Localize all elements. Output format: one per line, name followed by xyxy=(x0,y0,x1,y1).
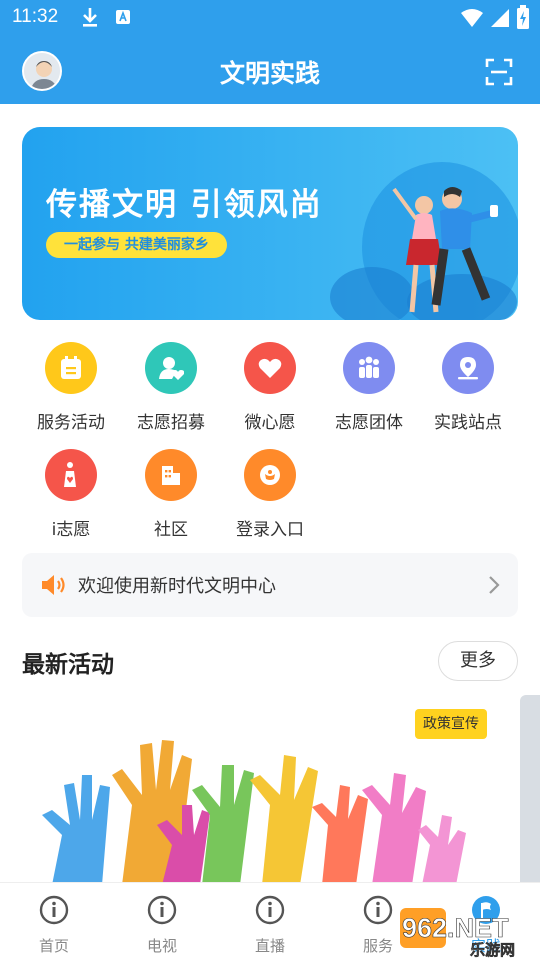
map-pin-icon xyxy=(442,342,494,394)
banner-slogan: 一起参与 共建美丽家乡 xyxy=(46,232,227,258)
heart-icon xyxy=(244,342,296,394)
watermark-text: 962.NET xyxy=(402,913,509,943)
calendar-icon xyxy=(45,342,97,394)
grid-item-label: 社区 xyxy=(154,520,188,540)
grid-item-login-entry[interactable]: 登录入口 xyxy=(222,449,318,540)
app-header: 文明实践 xyxy=(0,36,540,104)
activity-card-next[interactable] xyxy=(520,695,540,885)
grid-item-label: 志愿招募 xyxy=(137,413,205,433)
person-heart-icon xyxy=(145,342,197,394)
info-icon xyxy=(363,895,393,925)
tab-home[interactable]: 首页 xyxy=(19,895,89,956)
grid-item-micro-wish[interactable]: 微心愿 xyxy=(222,342,318,433)
tab-label: 电视 xyxy=(146,937,177,955)
grid-item-label: 服务活动 xyxy=(37,413,105,433)
promo-banner[interactable]: 传播文明 引领风尚 一起参与 共建美丽家乡 xyxy=(22,127,518,320)
section-title-latest: 最新活动 xyxy=(22,652,114,678)
site-watermark-logo: 962.NET 乐游网 xyxy=(400,908,515,959)
banner-illustration xyxy=(330,162,518,320)
notice-text: 欢迎使用新时代文明中心 xyxy=(78,576,276,597)
grid-item-label: i志愿 xyxy=(51,520,91,540)
grid-item-label: 登录入口 xyxy=(236,520,304,540)
grid-item-volunteer-recruit[interactable]: 志愿招募 xyxy=(123,342,219,433)
i-volunteer-icon xyxy=(45,449,97,501)
page-title: 文明实践 xyxy=(219,59,320,88)
signal-icon xyxy=(491,9,509,27)
scan-icon[interactable] xyxy=(485,58,513,86)
wifi-icon xyxy=(461,9,483,27)
tab-tv[interactable]: 电视 xyxy=(127,895,197,956)
download-icon xyxy=(83,8,97,27)
banner-headline: 传播文明 引领风尚 xyxy=(46,187,323,223)
battery-icon xyxy=(517,5,529,29)
grid-item-volunteer-groups[interactable]: 志愿团体 xyxy=(321,342,417,433)
grid-item-label: 微心愿 xyxy=(244,413,296,433)
tab-label: 直播 xyxy=(254,937,285,955)
watermark-subtext: 乐游网 xyxy=(470,941,515,959)
grid-item-practice-sites[interactable]: 实践站点 xyxy=(420,342,516,433)
status-bar: 11:32 xyxy=(0,0,540,36)
info-icon xyxy=(39,895,69,925)
info-icon xyxy=(255,895,285,925)
group-icon xyxy=(343,342,395,394)
grid-item-service-activity[interactable]: 服务活动 xyxy=(23,342,119,433)
building-icon xyxy=(145,449,197,501)
notice-bar[interactable]: 欢迎使用新时代文明中心 xyxy=(22,553,518,617)
grid-item-community[interactable]: 社区 xyxy=(123,449,219,540)
keyboard-a-icon xyxy=(116,10,130,24)
status-time: 11:32 xyxy=(12,6,59,27)
chevron-right-icon xyxy=(489,576,500,594)
grid-item-i-volunteer[interactable]: i志愿 xyxy=(23,449,119,540)
tab-live[interactable]: 直播 xyxy=(235,895,305,956)
tab-label: 首页 xyxy=(38,937,69,955)
activity-card[interactable]: 政策宣传 xyxy=(22,695,510,885)
grid-item-label: 志愿团体 xyxy=(335,413,403,433)
activity-tag: 政策宣传 xyxy=(415,709,487,739)
login-icon xyxy=(244,449,296,501)
grid-item-label: 实践站点 xyxy=(434,413,502,433)
more-button[interactable]: 更多 xyxy=(438,641,518,681)
info-icon xyxy=(147,895,177,925)
speaker-icon xyxy=(42,575,65,595)
